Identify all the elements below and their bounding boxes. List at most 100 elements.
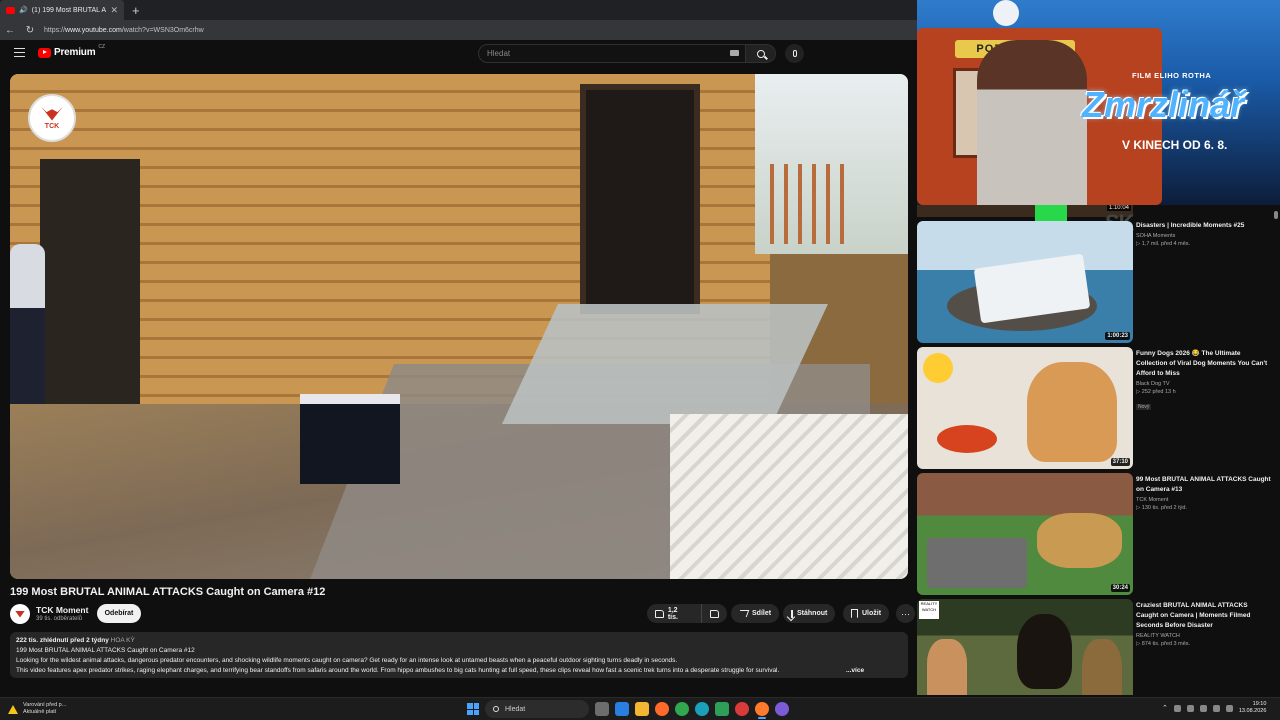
excel-icon[interactable] — [715, 702, 729, 716]
thumb-pool-cover — [927, 538, 1027, 588]
thumb-person — [1082, 639, 1122, 695]
description-line: 199 Most BRUTAL ANIMAL ATTACKS Caught on… — [16, 647, 195, 654]
description-box[interactable]: 222 tis. zhlédnutí před 2 týdny HOA KỲ 1… — [10, 632, 908, 678]
channel-name[interactable]: Black Dog TV — [1136, 381, 1271, 387]
download-icon — [791, 609, 793, 618]
related-video-item[interactable]: 1:00:23 Disasters | Incredible Moments #… — [917, 221, 1280, 343]
video-thumbnail[interactable]: REALITY WATCH — [917, 599, 1133, 695]
youtube-play-icon — [38, 47, 51, 58]
wifi-icon[interactable] — [1212, 704, 1220, 712]
save-button[interactable]: Uložit — [843, 604, 890, 623]
channel-name[interactable]: REALITY WATCH — [1136, 633, 1271, 639]
cloud-icon[interactable] — [1173, 704, 1181, 712]
mic-tray-icon[interactable] — [1186, 704, 1194, 712]
thumbs-down-icon — [710, 609, 719, 618]
microphone-icon — [792, 50, 797, 57]
edge-icon[interactable] — [695, 702, 709, 716]
video-title[interactable]: Disasters | Incredible Moments #25 — [1136, 221, 1271, 231]
url-field[interactable]: https://www.youtube.com/watch?v=WSN3Om6c… — [44, 27, 204, 34]
video-thumbnail[interactable]: 1:00:23 — [917, 221, 1133, 343]
video-title[interactable]: 99 Most BRUTAL ANIMAL ATTACKS Caught on … — [1136, 475, 1271, 495]
video-frame-table — [502, 304, 828, 424]
task-view-icon[interactable] — [595, 702, 609, 716]
firefox-icon[interactable] — [655, 702, 669, 716]
reload-icon[interactable]: ↻ — [24, 25, 36, 36]
back-arrow-icon[interactable]: ← — [4, 25, 16, 36]
youtube-page: Premium CZ Hledat TCK 199 Most BRUTAL AN… — [0, 40, 917, 697]
clock[interactable]: 19:10 13.08.2026 — [1239, 701, 1267, 715]
scrollbar[interactable] — [1272, 205, 1280, 695]
warning-title: Varování před p... — [23, 702, 67, 708]
windows-start-icon[interactable] — [467, 703, 479, 715]
logo-region: CZ — [98, 43, 106, 50]
keyboard-icon[interactable] — [730, 50, 739, 56]
channel-avatar[interactable] — [10, 604, 30, 624]
thumb-bear — [1017, 614, 1072, 689]
tab-title: (1) 199 Most BRUTAL ANIMA — [31, 6, 107, 14]
subscribe-button[interactable]: Odebírat — [97, 604, 141, 623]
thumb-lion — [1037, 513, 1122, 568]
thumb-crab — [937, 425, 997, 453]
voice-search-button[interactable] — [785, 44, 804, 63]
share-button[interactable]: Sdílet — [731, 604, 780, 623]
app-icon[interactable] — [735, 702, 749, 716]
browser-tab[interactable]: 🔊 (1) 199 Most BRUTAL ANIMA ✕ — [0, 0, 124, 20]
volume-icon[interactable] — [1225, 704, 1233, 712]
file-explorer-icon[interactable] — [635, 702, 649, 716]
video-title[interactable]: Craziest BRUTAL ANIMAL ATTACKS Caught on… — [1136, 601, 1271, 631]
thumbs-up-icon — [655, 609, 664, 618]
video-thumbnail[interactable]: 37:10 — [917, 347, 1133, 469]
chrome-icon[interactable] — [675, 702, 689, 716]
related-video-item[interactable]: 30:24 99 Most BRUTAL ANIMAL ATTACKS Caug… — [917, 473, 1280, 595]
show-more-link[interactable]: ...více — [842, 666, 865, 676]
taskbar-search[interactable]: Hledat — [485, 700, 589, 718]
new-tab-button[interactable]: + — [124, 3, 148, 18]
youtube-logo[interactable]: Premium CZ — [38, 43, 106, 58]
channel-watermark: TCK — [28, 94, 76, 142]
ad-release-date: V KINECH OD 6. 8. — [1122, 138, 1228, 152]
watermark-text: TCK — [44, 122, 60, 130]
taskbar-search-label: Hledat — [505, 705, 526, 713]
store-icon[interactable] — [615, 702, 629, 716]
related-video-item[interactable]: REALITY WATCH Craziest BRUTAL ANIMAL ATT… — [917, 599, 1280, 695]
browser-tabbar: 🔊 (1) 199 Most BRUTAL ANIMA ✕ + — [0, 0, 917, 20]
related-video-item[interactable]: 37:10 Funny Dogs 2026 😂 The Ultimate Col… — [917, 347, 1280, 469]
more-actions-button[interactable]: ··· — [896, 604, 915, 623]
video-title[interactable]: Funny Dogs 2026 😂 The Ultimate Collectio… — [1136, 349, 1271, 379]
laughing-emoji-icon — [923, 353, 953, 383]
search-input[interactable]: Hledat — [478, 44, 746, 63]
channel-name[interactable]: TCK Moment — [1136, 497, 1271, 503]
video-duration: 37:10 — [1110, 458, 1130, 466]
like-dislike-group: 1,2 tis. — [647, 604, 727, 623]
channel-name[interactable]: SOHA Moments — [1136, 233, 1271, 239]
search-button[interactable] — [746, 44, 776, 63]
chevron-up-icon[interactable]: ⌃ — [1162, 704, 1168, 712]
tab-close-icon[interactable]: ✕ — [110, 5, 118, 16]
related-videos: 1:10:04 SK 1:00:23 Disasters | Incredibl… — [917, 205, 1280, 695]
like-button[interactable]: 1,2 tis. — [647, 604, 697, 623]
view-count-date: 222 tis. zhlédnutí před 2 týdny — [16, 637, 109, 644]
video-thumbnail[interactable]: 30:24 — [917, 473, 1133, 595]
menu-icon[interactable] — [14, 48, 25, 57]
weather-warning-widget[interactable]: Varování před p... Aktuálně platí — [8, 702, 66, 716]
monitor-icon[interactable] — [1199, 704, 1207, 712]
channel-name[interactable]: TCK Moment — [36, 605, 88, 615]
share-label: Sdílet — [752, 610, 772, 617]
location-tag[interactable]: HOA KỲ — [111, 637, 135, 644]
new-badge: Nový — [1136, 404, 1152, 410]
firefox-active-icon[interactable] — [755, 702, 769, 719]
url-host: www.youtube.com — [65, 26, 122, 34]
view-stats: ▷ 1,7 mil. před 4 měs. — [1136, 241, 1191, 247]
scrollbar-thumb[interactable] — [1274, 211, 1278, 219]
download-button[interactable]: Stáhnout — [783, 604, 836, 623]
url-prefix: https:// — [44, 26, 66, 34]
partial-thumbnail[interactable]: 1:10:04 — [917, 205, 1133, 217]
video-frame-cooler — [300, 394, 400, 484]
video-player[interactable]: TCK — [10, 74, 908, 579]
reality-watch-logo: REALITY WATCH — [919, 601, 939, 619]
video-frame-person — [10, 244, 45, 404]
wings-logo-icon — [41, 106, 63, 121]
movie-advertisement[interactable]: POZOR DĚTI FILM ELIHO ROTHA Zmrzlinář V … — [917, 0, 1280, 205]
dislike-button[interactable] — [701, 604, 727, 623]
messenger-icon[interactable] — [775, 702, 789, 716]
